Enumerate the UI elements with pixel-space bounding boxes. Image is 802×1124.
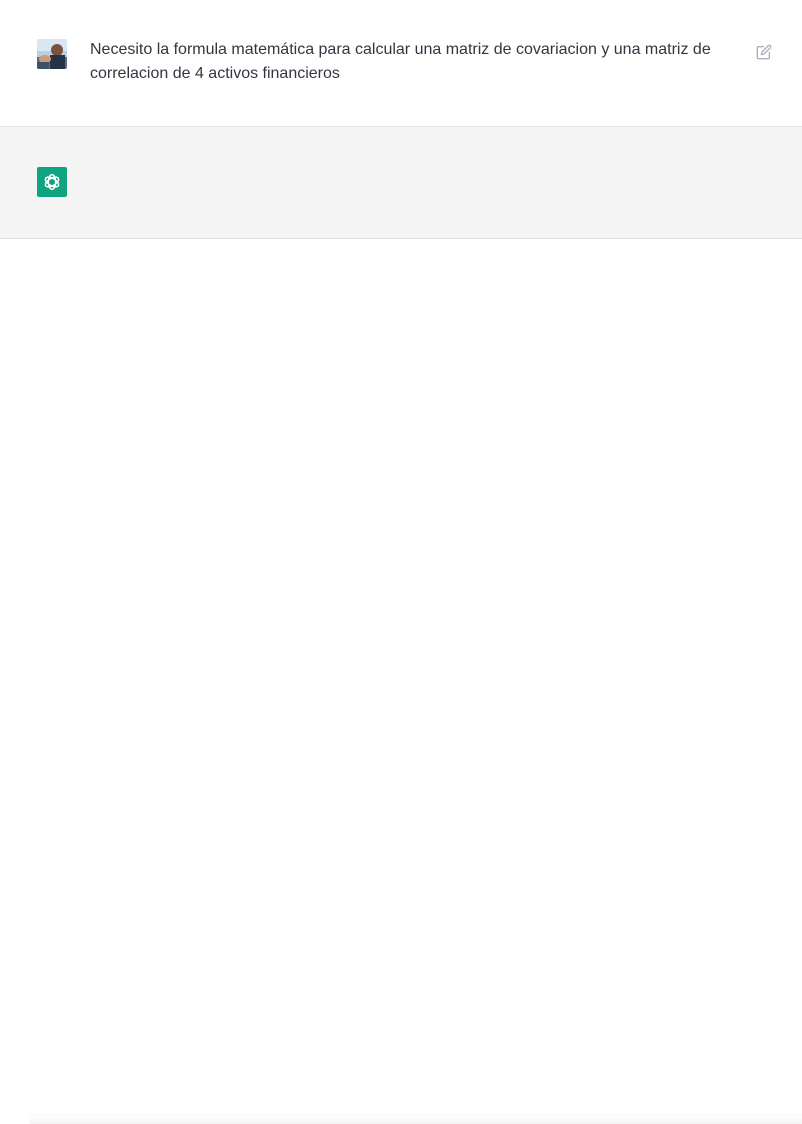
- chat-page: Necesito la formula matemática para calc…: [0, 0, 802, 1124]
- user-message-text: Necesito la formula matemática para calc…: [90, 41, 711, 82]
- assistant-avatar: [37, 167, 67, 197]
- assistant-message-row: [0, 127, 802, 239]
- user-photo-icon: [37, 39, 67, 69]
- bottom-input-edge: [30, 1116, 802, 1124]
- chat-empty-space: [0, 239, 802, 1109]
- edit-message-button[interactable]: [752, 40, 776, 64]
- user-message-row: Necesito la formula matemática para calc…: [0, 0, 802, 127]
- user-avatar: [37, 39, 67, 69]
- assistant-message-text: [90, 167, 740, 191]
- openai-logo-icon: [44, 173, 60, 191]
- edit-icon: [756, 44, 772, 60]
